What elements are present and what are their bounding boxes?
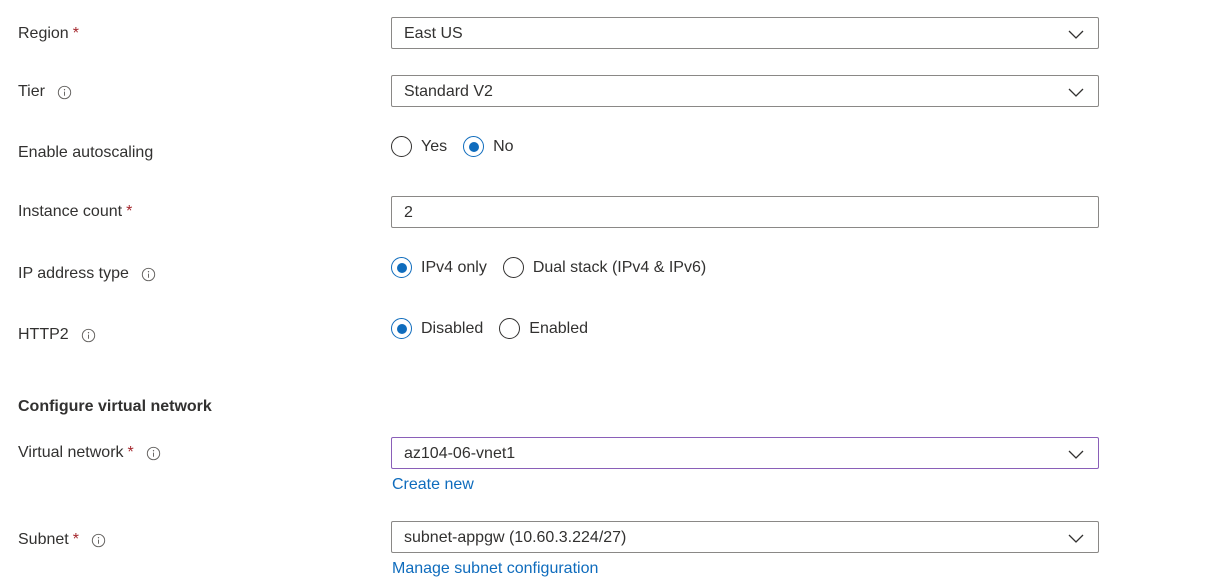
autoscaling-yes-radio[interactable]: Yes (391, 136, 447, 157)
autoscaling-no-radio[interactable]: No (463, 136, 514, 157)
tier-label-wrap: Tier (18, 82, 72, 102)
http2-enabled-radio[interactable]: Enabled (499, 318, 588, 339)
chevron-down-icon (1068, 534, 1084, 543)
info-icon[interactable] (57, 85, 72, 100)
virtual-network-value: az104-06-vnet1 (404, 445, 516, 462)
info-icon[interactable] (91, 533, 106, 548)
radio-label-enabled: Enabled (529, 319, 588, 337)
http2-radio-group: Disabled Enabled (391, 318, 604, 339)
autoscaling-label-wrap: Enable autoscaling (18, 143, 153, 163)
http2-label-wrap: HTTP2 (18, 325, 96, 345)
subnet-label: Subnet (18, 531, 69, 548)
instance-count-value: 2 (404, 204, 413, 221)
virtual-network-label-wrap: Virtual network * (18, 443, 161, 463)
radio-unchecked-icon[interactable] (499, 318, 521, 339)
instance-count-label: Instance count (18, 203, 123, 220)
region-value: East US (404, 25, 463, 42)
radio-label-no: No (493, 137, 514, 155)
manage-subnet-configuration-link[interactable]: Manage subnet configuration (392, 559, 598, 579)
region-label-wrap: Region * (18, 24, 79, 44)
dual-stack-radio[interactable]: Dual stack (IPv4 & IPv6) (502, 257, 707, 278)
virtual-network-dropdown[interactable]: az104-06-vnet1 (391, 437, 1099, 469)
region-label: Region (18, 25, 69, 42)
radio-label-yes: Yes (421, 137, 448, 155)
radio-checked-icon[interactable] (463, 136, 485, 157)
autoscaling-radio-group: Yes No (391, 136, 530, 157)
required-asterisk: * (126, 203, 133, 220)
chevron-down-icon (1068, 450, 1084, 459)
radio-dot (396, 262, 407, 273)
radio-label-dual-stack: Dual stack (IPv4 & IPv6) (532, 258, 707, 276)
radio-label-disabled: Disabled (421, 319, 484, 337)
virtual-network-label: Virtual network (18, 444, 124, 461)
chevron-down-icon (1068, 30, 1084, 39)
configure-virtual-network-heading: Configure virtual network (18, 398, 212, 415)
subnet-dropdown[interactable]: subnet-appgw (10.60.3.224/27) (391, 521, 1099, 553)
info-icon[interactable] (141, 267, 156, 282)
tier-value: Standard V2 (404, 83, 493, 100)
radio-label-ipv4-only: IPv4 only (421, 258, 487, 276)
ip-address-type-label: IP address type (18, 265, 129, 282)
chevron-down-icon (1068, 88, 1084, 97)
radio-checked-icon[interactable] (391, 318, 412, 339)
create-new-link[interactable]: Create new (392, 475, 474, 495)
instance-count-label-wrap: Instance count * (18, 202, 132, 222)
radio-unchecked-icon[interactable] (391, 136, 412, 157)
instance-count-input[interactable]: 2 (391, 196, 1099, 228)
tier-dropdown[interactable]: Standard V2 (391, 75, 1099, 107)
radio-dot (468, 141, 479, 152)
required-asterisk: * (72, 25, 79, 42)
radio-unchecked-icon[interactable] (502, 257, 524, 278)
ip-address-type-radio-group: IPv4 only Dual stack (IPv4 & IPv6) (391, 257, 722, 278)
subnet-label-wrap: Subnet * (18, 530, 106, 550)
radio-checked-icon[interactable] (391, 257, 412, 278)
ip-address-type-label-wrap: IP address type (18, 264, 156, 284)
info-icon[interactable] (146, 446, 161, 461)
subnet-value: subnet-appgw (10.60.3.224/27) (404, 529, 627, 546)
autoscaling-label: Enable autoscaling (18, 144, 154, 161)
http2-disabled-radio[interactable]: Disabled (391, 318, 483, 339)
http2-label: HTTP2 (18, 326, 69, 343)
tier-label: Tier (18, 83, 45, 100)
ipv4-only-radio[interactable]: IPv4 only (391, 257, 487, 278)
required-asterisk: * (72, 531, 79, 548)
radio-dot (396, 323, 407, 334)
required-asterisk: * (127, 444, 134, 461)
region-dropdown[interactable]: East US (391, 17, 1099, 49)
info-icon[interactable] (81, 328, 96, 343)
